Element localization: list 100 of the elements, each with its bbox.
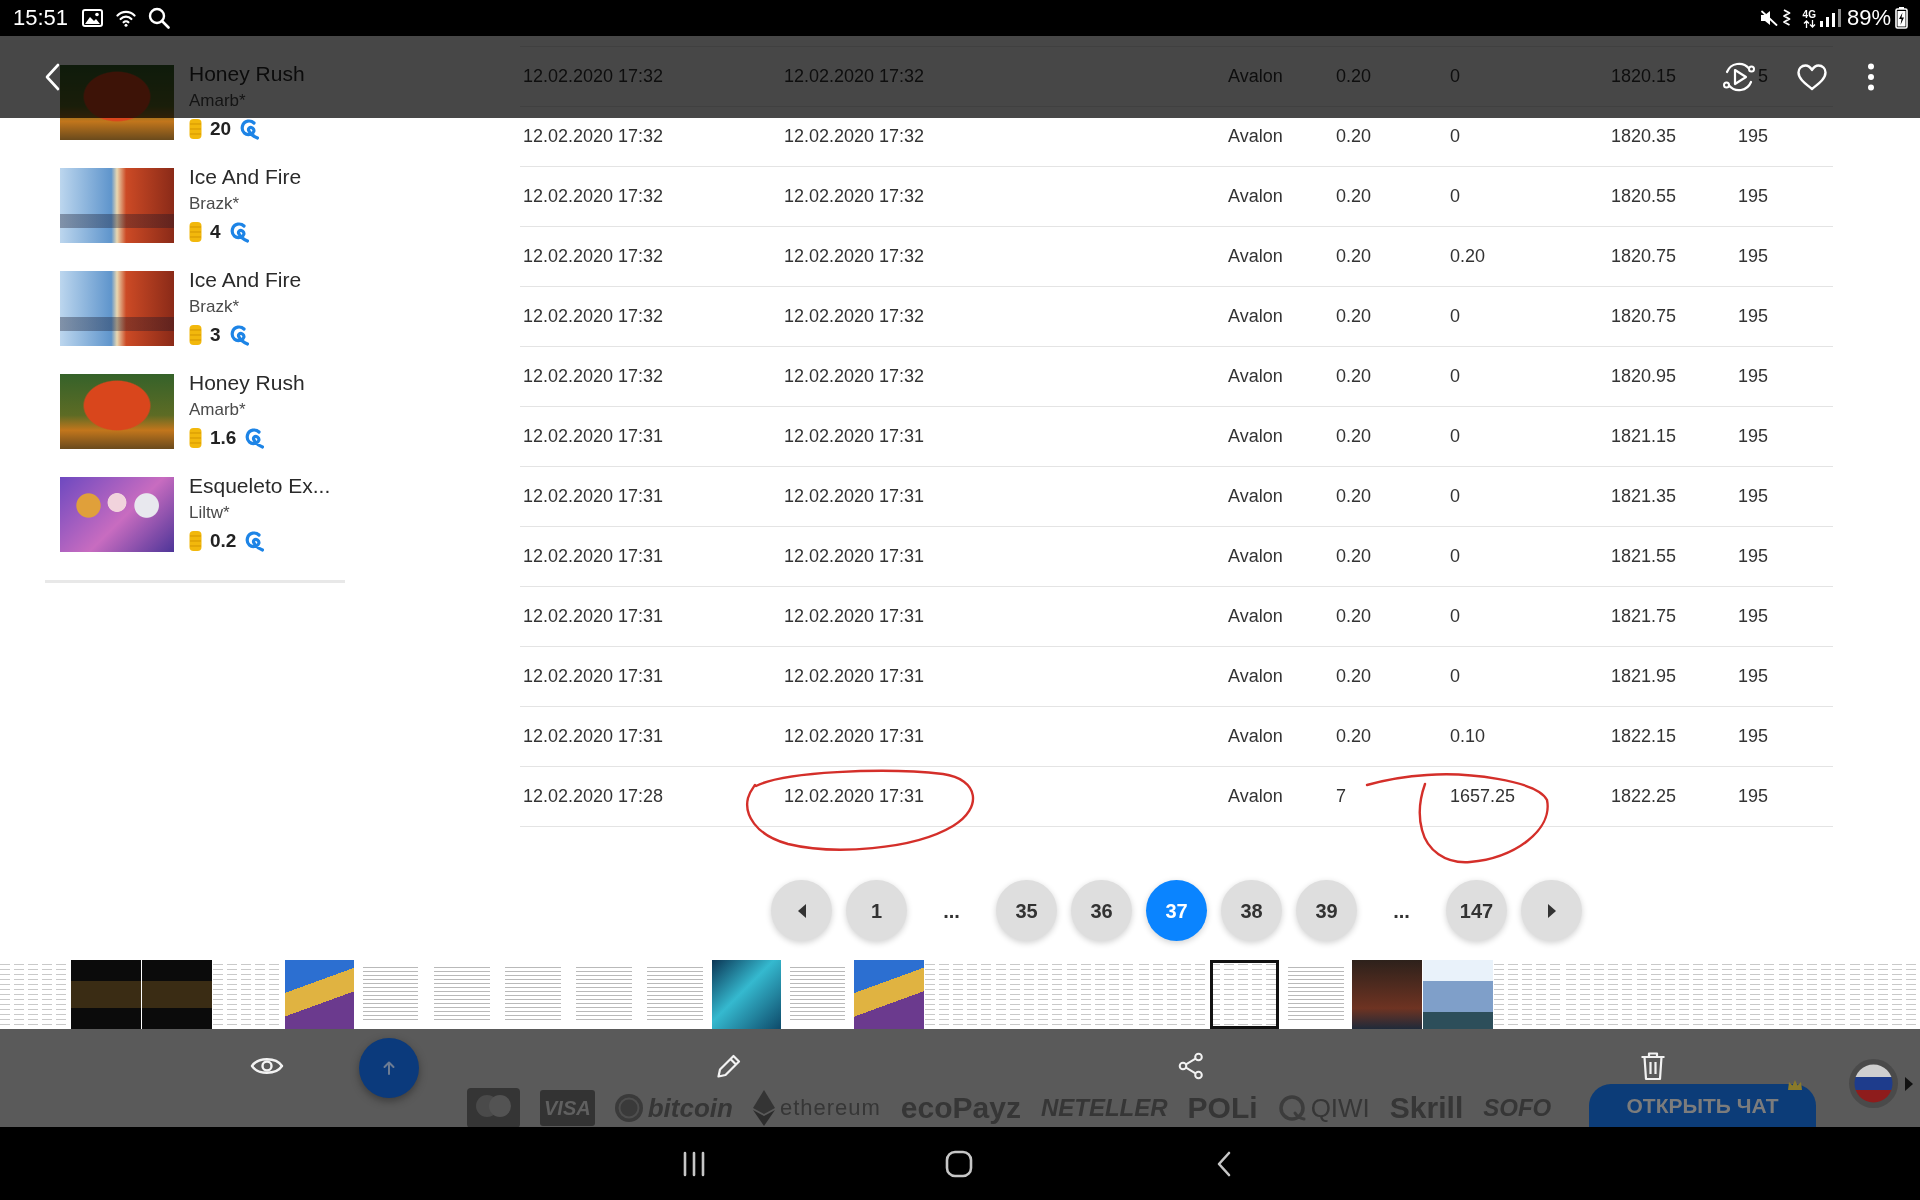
game-title: Ice And Fire — [189, 164, 302, 190]
table-cell: 12.02.2020 17:31 — [523, 485, 664, 506]
table-cell: 0.10 — [1450, 725, 1486, 746]
page-button[interactable]: 35 — [996, 880, 1057, 941]
search-icon — [148, 7, 171, 29]
play-cycle-icon[interactable] — [1722, 60, 1756, 94]
table-cell: 1821.55 — [1611, 545, 1677, 566]
coin-stack-icon — [189, 530, 202, 552]
table-cell: Avalon — [1228, 185, 1283, 206]
table-cell: 1822.15 — [1611, 725, 1677, 746]
table-cell: 195 — [1738, 725, 1769, 746]
table-cell: 0 — [1450, 665, 1460, 686]
table-cell: Avalon — [1228, 725, 1283, 746]
wifi-icon — [116, 9, 137, 27]
table-cell: 195 — [1738, 545, 1769, 566]
table-cell: 1821.95 — [1611, 665, 1677, 686]
trash-icon[interactable] — [1640, 1051, 1666, 1081]
table-cell: 12.02.2020 17:31 — [523, 425, 664, 446]
table-cell: 1657.25 — [1450, 785, 1516, 806]
page-button[interactable]: 39 — [1296, 880, 1357, 941]
table-cell: 0.20 — [1336, 725, 1372, 746]
image-thumbnail[interactable] — [142, 960, 212, 1029]
share-icon[interactable] — [1177, 1052, 1205, 1080]
win-amount: 20 — [210, 119, 232, 139]
table-cell: 12.02.2020 17:32 — [523, 365, 664, 386]
mute-icon — [1759, 10, 1778, 26]
table-cell: 195 — [1738, 665, 1769, 686]
back-icon[interactable] — [1216, 1150, 1231, 1177]
table-cell: 12.02.2020 17:31 — [523, 725, 664, 746]
swirl-icon — [228, 221, 249, 243]
game-title: Honey Rush — [189, 61, 305, 87]
table-cell: 1822.25 — [1611, 785, 1677, 806]
vibrate-icon — [1780, 9, 1792, 27]
scroll-up-button[interactable] — [359, 1038, 419, 1098]
table-cell: 12.02.2020 17:32 — [784, 245, 925, 266]
coin-icon — [614, 1093, 643, 1122]
image-thumbnail[interactable] — [711, 960, 782, 1029]
table-cell: 0.20 — [1450, 245, 1486, 266]
caret-left-icon — [797, 903, 806, 918]
more-icon[interactable] — [1868, 63, 1874, 91]
image-thumbnail[interactable] — [854, 960, 924, 1029]
recent-apps-icon[interactable] — [681, 1150, 706, 1177]
table-cell: 0 — [1450, 485, 1460, 506]
table-cell: 0 — [1450, 125, 1460, 146]
image-thumbnail[interactable] — [284, 960, 355, 1029]
page-button[interactable]: 38 — [1221, 880, 1282, 941]
coin-stack-icon — [189, 221, 202, 243]
table-cell: Avalon — [1228, 545, 1283, 566]
table-cell: Avalon — [1228, 245, 1283, 266]
eye-icon[interactable] — [250, 1055, 284, 1077]
page-button[interactable]: 36 — [1071, 880, 1132, 941]
next-page-button[interactable] — [1521, 880, 1582, 941]
table-cell: Avalon — [1228, 365, 1283, 386]
table-cell: 12.02.2020 17:31 — [523, 665, 664, 686]
player-name: Brazk* — [189, 193, 241, 215]
image-thumbnail[interactable] — [1209, 960, 1280, 1029]
clock-time: 15:51 — [13, 5, 69, 31]
previous-page-button[interactable] — [771, 880, 832, 941]
coin-stack-icon — [189, 427, 202, 449]
home-icon[interactable] — [944, 1149, 973, 1178]
table-cell: 12.02.2020 17:32 — [523, 185, 664, 206]
page-button[interactable]: 147 — [1446, 880, 1507, 941]
table-cell: 195 — [1738, 305, 1769, 326]
table-cell: 1821.75 — [1611, 605, 1677, 626]
battery-icon — [1895, 7, 1908, 29]
game-title: Esqueleto Ex... — [189, 473, 331, 499]
page-button[interactable]: 37 — [1146, 880, 1207, 941]
game-title: Ice And Fire — [189, 267, 302, 293]
table-cell: 12.02.2020 17:31 — [784, 425, 925, 446]
table-cell: 0.20 — [1336, 125, 1372, 146]
table-cell: 12.02.2020 17:31 — [523, 545, 664, 566]
signal-icon — [1818, 9, 1841, 27]
network-type: 4G — [1802, 8, 1816, 20]
table-cell: 5 — [1758, 65, 1768, 86]
table-cell: 12.02.2020 17:31 — [784, 665, 925, 686]
table-cell: 0.20 — [1336, 305, 1372, 326]
table-cell: Avalon — [1228, 605, 1283, 626]
data-arrows-icon — [1802, 19, 1816, 28]
image-thumbnail[interactable] — [1423, 960, 1493, 1029]
page-button[interactable]: 1 — [846, 880, 907, 941]
win-amount: 0.2 — [210, 531, 237, 551]
coin-stack-icon — [189, 118, 202, 140]
table-cell: 195 — [1738, 605, 1769, 626]
table-cell: 0.20 — [1336, 665, 1372, 686]
table-cell: 195 — [1738, 185, 1769, 206]
flag-icon[interactable] — [1849, 1059, 1898, 1108]
table-cell: 12.02.2020 17:32 — [784, 65, 925, 86]
image-thumbnail[interactable] — [71, 960, 141, 1029]
heart-icon[interactable] — [1796, 62, 1828, 92]
table-cell: Avalon — [1228, 665, 1283, 686]
table-cell: 12.02.2020 17:32 — [523, 305, 664, 326]
table-cell: 12.02.2020 17:32 — [784, 185, 925, 206]
crown-icon — [1787, 1079, 1803, 1091]
player-name: Amarb* — [189, 399, 247, 421]
table-cell: 1820.15 — [1611, 65, 1677, 86]
pencil-icon[interactable] — [715, 1052, 743, 1080]
caret-right-icon[interactable] — [1905, 1077, 1913, 1091]
caret-right-icon — [1547, 903, 1556, 918]
image-thumbnail[interactable] — [1352, 960, 1422, 1029]
win-amount: 1.6 — [210, 428, 237, 448]
